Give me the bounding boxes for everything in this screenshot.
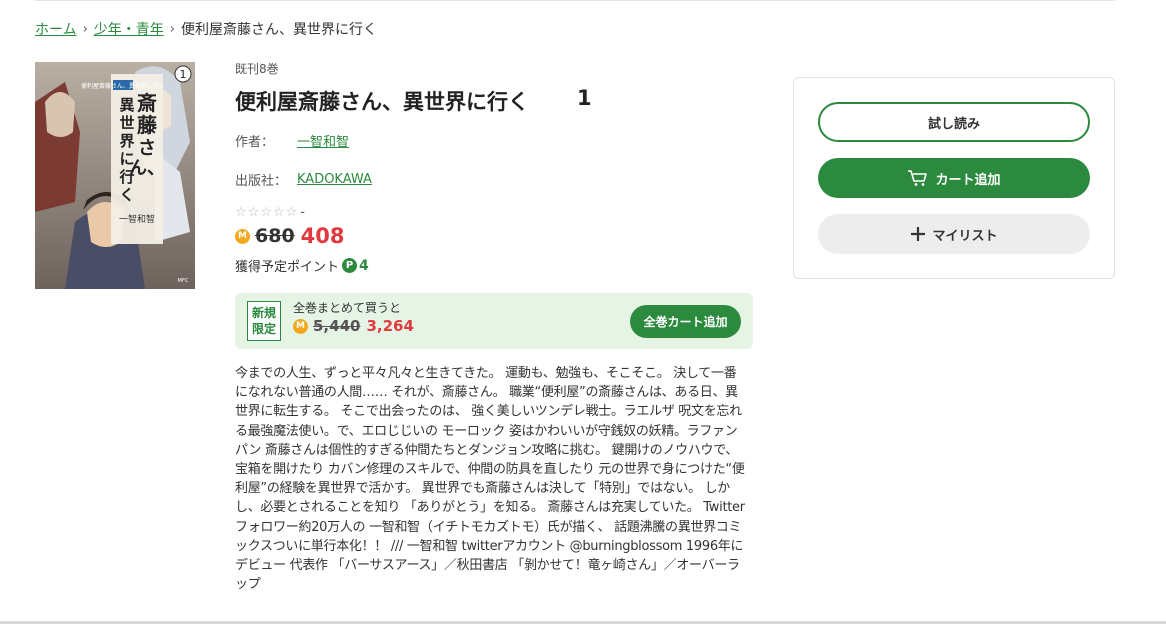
- series-count: 既刊8巻: [235, 62, 279, 76]
- star-empty-icon: ☆: [285, 205, 299, 220]
- top-divider: [35, 0, 1115, 1]
- price-block: M 680 408: [235, 224, 345, 248]
- star-empty-icon: ☆: [235, 205, 248, 220]
- new-limited-badge: 新規 限定: [247, 301, 281, 341]
- my-list-label: マイリスト: [932, 228, 998, 244]
- rating-text: -: [300, 205, 305, 220]
- bundle-label: 全巻まとめて買うと: [293, 301, 402, 315]
- original-price: 680: [255, 225, 295, 247]
- publisher-label: 出版社：: [235, 174, 288, 189]
- publisher-link[interactable]: KADOKAWA: [297, 172, 372, 187]
- badge-line-2: 限定: [251, 322, 276, 336]
- svg-text:斎: 斎: [137, 91, 157, 115]
- coin-icon: M: [235, 228, 250, 244]
- svg-text:界: 界: [119, 132, 134, 150]
- bundle-sale-price: 3,264: [366, 317, 414, 335]
- cart-icon: [907, 169, 929, 187]
- chevron-right-icon: ›: [169, 22, 175, 37]
- star-empty-icon: ☆: [247, 205, 261, 220]
- book-cover-image[interactable]: 便利屋斎藤さん、異世界に行く 斎 藤 さ ん、 異 世 界 に 行 く 一智和智…: [35, 62, 195, 289]
- breadcrumb-current: 便利屋斎藤さん、異世界に行く: [181, 22, 377, 38]
- volume-number: 1: [577, 86, 592, 110]
- badge-line-1: 新規: [251, 306, 276, 320]
- svg-text:さ: さ: [138, 138, 156, 159]
- chevron-right-icon: ›: [82, 22, 88, 37]
- svg-text:異: 異: [119, 96, 134, 114]
- point-icon: P: [342, 258, 358, 273]
- bundle-offer: 新規 限定 全巻まとめて買うと M 5,440 3,264 全巻カート追加: [235, 293, 753, 349]
- svg-text:藤: 藤: [136, 113, 158, 137]
- svg-text:世: 世: [119, 114, 134, 132]
- svg-text:く: く: [119, 186, 134, 204]
- points-row: 獲得予定ポイント P 4: [235, 256, 369, 276]
- add-to-cart-label: カート追加: [935, 172, 1001, 188]
- author-label: 作者：: [235, 135, 275, 150]
- cover-label: 便利屋斎藤さん、異世界に行く: [81, 82, 165, 90]
- star-empty-icon: ☆: [272, 205, 286, 220]
- book-description: 今までの人生、ずっと平々凡々と生きてきた。 運動も、勉強も、そこそこ。 決して一…: [235, 366, 745, 593]
- my-list-button[interactable]: マイリスト: [818, 214, 1090, 254]
- cover-publisher-mark: MFC: [178, 278, 189, 284]
- breadcrumb: ホーム › 少年・青年 › 便利屋斎藤さん、異世界に行く: [35, 20, 377, 40]
- plus-icon: [910, 226, 926, 242]
- author-link[interactable]: 一智和智: [297, 131, 349, 150]
- cover-volume: 1: [180, 68, 187, 81]
- points-value: 4: [359, 257, 369, 274]
- svg-text:に: に: [119, 150, 134, 168]
- publisher-row: 出版社： KADOKAWA: [235, 170, 372, 189]
- star-empty-icon: ☆: [260, 205, 273, 220]
- try-read-label: 試し読み: [927, 116, 980, 132]
- coin-icon: M: [293, 318, 308, 334]
- bundle-original-price: 5,440: [313, 317, 361, 335]
- add-all-to-cart-button[interactable]: 全巻カート追加: [630, 305, 741, 338]
- breadcrumb-home-link[interactable]: ホーム: [35, 20, 77, 40]
- purchase-panel: 試し読み カート追加 マイリスト: [793, 77, 1115, 279]
- add-to-cart-button[interactable]: カート追加: [818, 158, 1090, 198]
- page-title: 便利屋斎藤さん、異世界に行く 1: [235, 86, 592, 116]
- author-row: 作者： 一智和智: [235, 131, 349, 150]
- try-read-button[interactable]: 試し読み: [818, 102, 1090, 142]
- cover-author: 一智和智: [119, 213, 155, 225]
- sale-price: 408: [300, 224, 345, 248]
- bundle-price: M 5,440 3,264: [293, 317, 414, 335]
- title-text: 便利屋斎藤さん、異世界に行く: [235, 90, 529, 114]
- rating-stars: ☆☆☆☆☆ -: [235, 205, 305, 220]
- points-label: 獲得予定ポイント: [235, 260, 340, 275]
- svg-text:行: 行: [118, 168, 134, 186]
- breadcrumb-category-link[interactable]: 少年・青年: [94, 20, 164, 40]
